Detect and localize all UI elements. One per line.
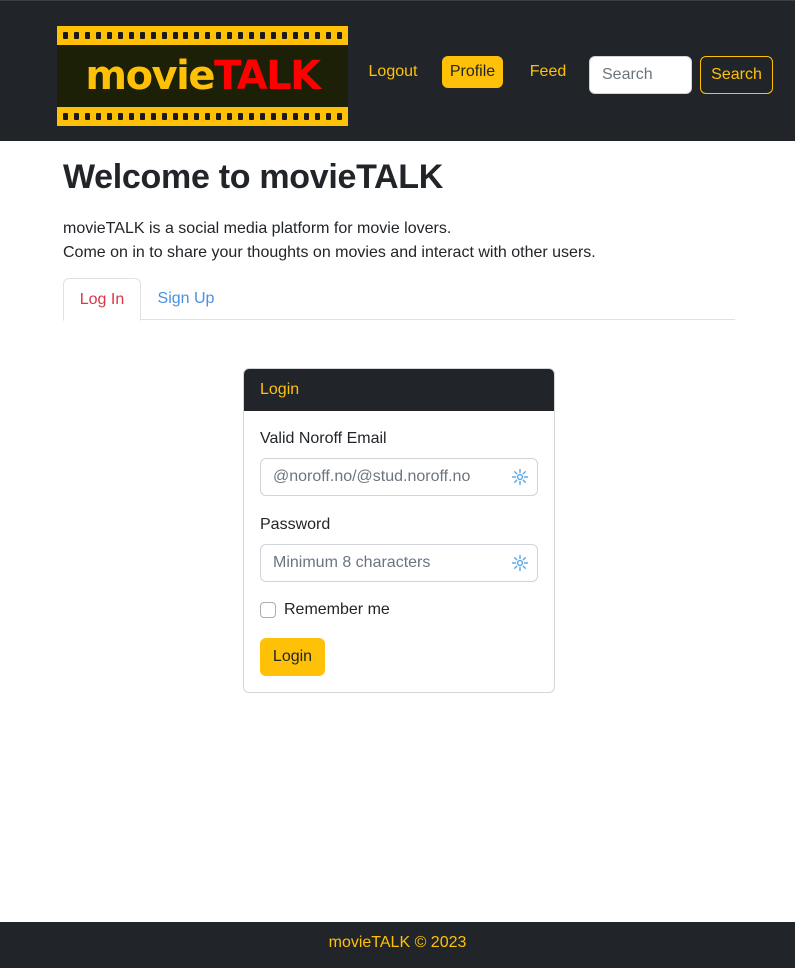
sparkle-autofill-icon[interactable] [511, 468, 529, 486]
movietalk-logo[interactable]: movieTALK [57, 26, 348, 126]
password-field[interactable]: Minimum 8 characters [260, 544, 538, 582]
auth-tabs: Log In Sign Up [63, 278, 735, 321]
intro-text: movieTALK is a social media platform for… [63, 217, 596, 265]
password-label: Password [260, 516, 331, 533]
email-placeholder: @noroff.no/@stud.noroff.no [273, 468, 471, 485]
logo-word-movie: movie [85, 53, 215, 99]
footer: movieTALK © 2023 [0, 922, 795, 968]
nav-feed-link[interactable]: Feed [522, 56, 574, 88]
tab-login[interactable]: Log In [63, 278, 141, 321]
intro-line-1: movieTALK is a social media platform for… [63, 220, 452, 237]
logo-word-talk: TALK [213, 53, 321, 99]
navbar: movieTALK Logout Profile Feed Search [0, 0, 795, 141]
logo-wordmark: movieTALK [85, 53, 321, 99]
password-placeholder: Minimum 8 characters [273, 554, 431, 571]
login-card-header: Login [244, 369, 554, 411]
search-input[interactable] [589, 56, 692, 94]
login-submit-button[interactable]: Login [260, 638, 325, 676]
nav-logout-link[interactable]: Logout [358, 56, 428, 88]
email-field[interactable]: @noroff.no/@stud.noroff.no [260, 458, 538, 496]
nav-profile-link[interactable]: Profile [442, 56, 503, 88]
footer-copyright: movieTALK © 2023 [328, 934, 467, 951]
sparkle-autofill-icon[interactable] [511, 554, 529, 572]
intro-line-2: Come on in to share your thoughts on mov… [63, 244, 596, 261]
email-label: Valid Noroff Email [260, 430, 387, 447]
tab-signup[interactable]: Sign Up [141, 278, 231, 320]
film-strip-bottom-icon [63, 113, 342, 120]
logo-screen: movieTALK [57, 45, 348, 107]
page-title: Welcome to movieTALK [63, 158, 444, 196]
remember-me-label[interactable]: Remember me [284, 601, 390, 619]
remember-me-checkbox[interactable] [260, 602, 276, 618]
search-button[interactable]: Search [700, 56, 773, 94]
film-strip-top-icon [63, 32, 342, 39]
login-card: Login Valid Noroff Email @noroff.no/@stu… [243, 368, 555, 693]
